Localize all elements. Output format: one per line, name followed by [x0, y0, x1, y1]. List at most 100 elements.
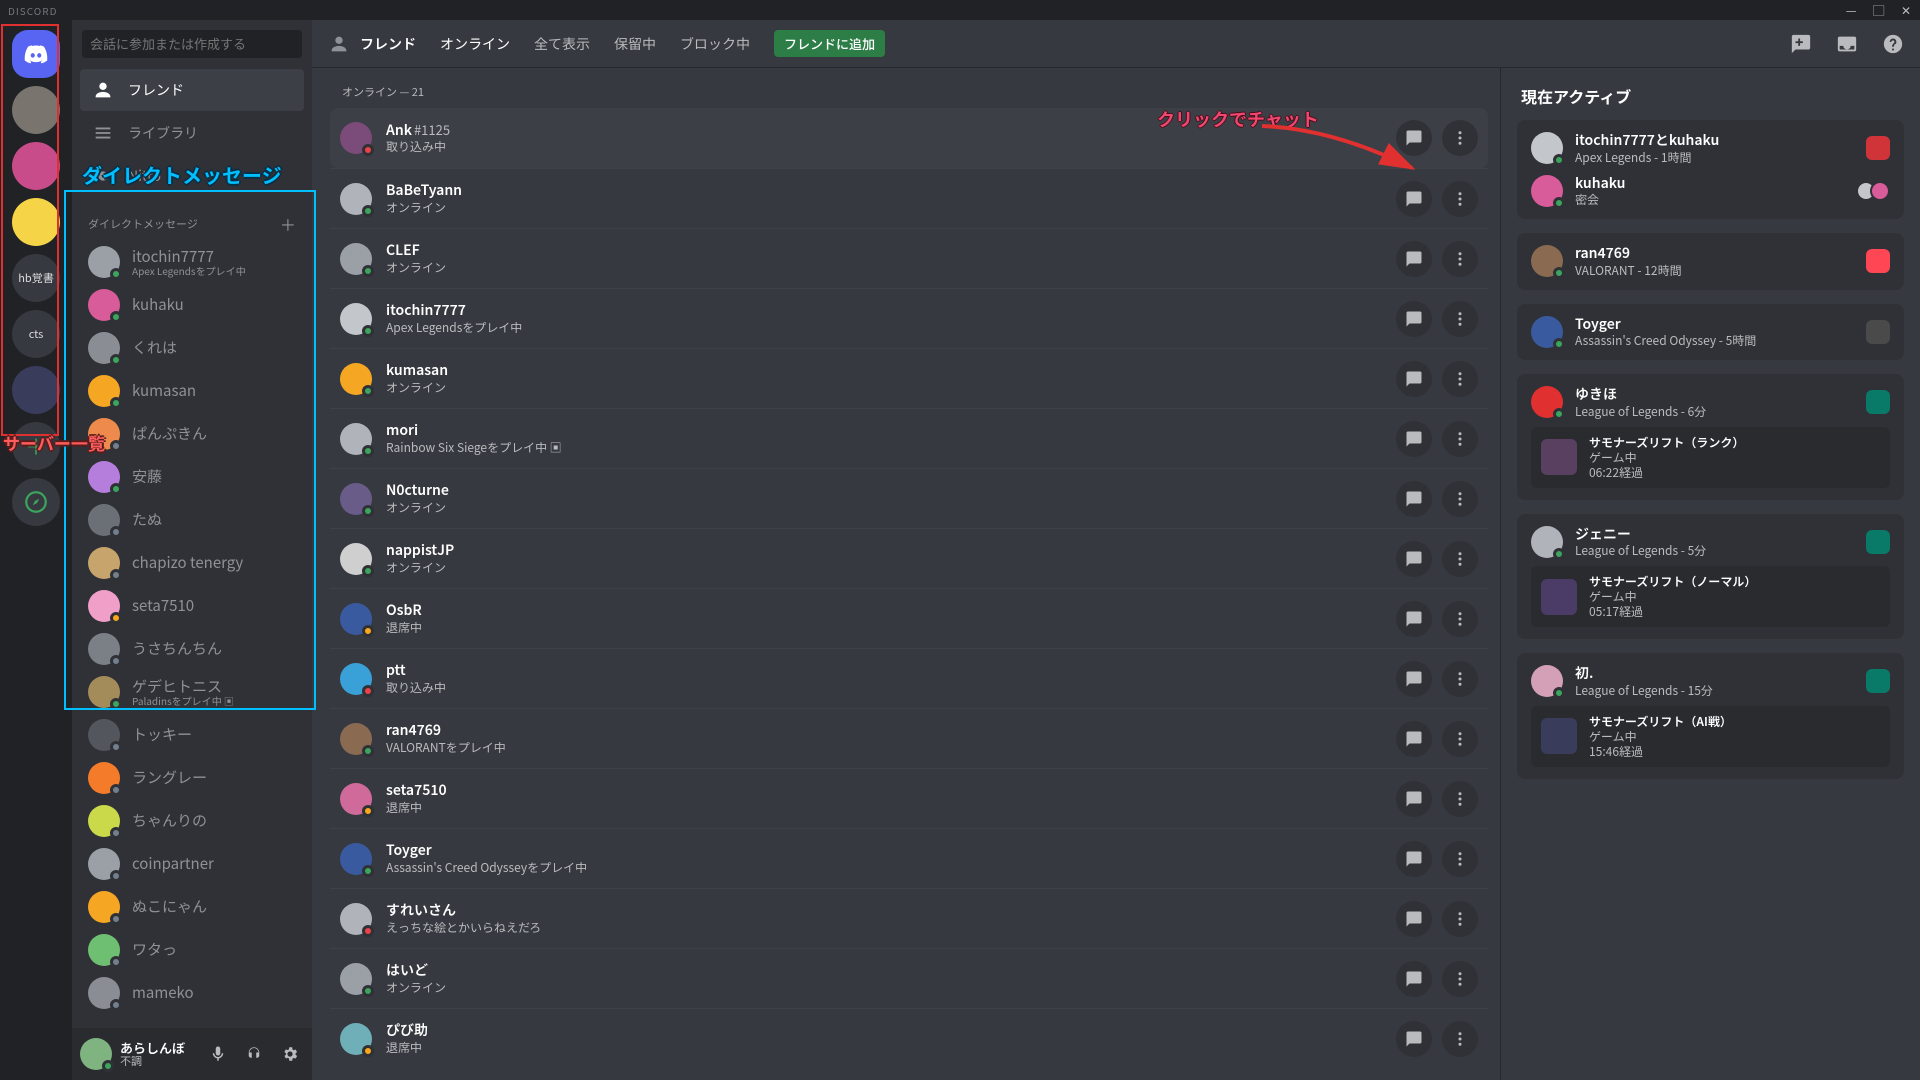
- friend-row[interactable]: ptt 取り込み中: [330, 648, 1488, 708]
- message-button[interactable]: [1396, 781, 1432, 817]
- message-button[interactable]: [1396, 721, 1432, 757]
- active-card[interactable]: ran4769 VALORANT - 12時間: [1517, 233, 1904, 290]
- more-button[interactable]: [1442, 961, 1478, 997]
- dm-item[interactable]: seta7510: [80, 585, 304, 627]
- more-button[interactable]: [1442, 301, 1478, 337]
- mute-mic-button[interactable]: [204, 1040, 232, 1068]
- more-button[interactable]: [1442, 361, 1478, 397]
- friend-row[interactable]: mori Rainbow Six Siegeをプレイ中 ▣: [330, 408, 1488, 468]
- tab-blocked[interactable]: ブロック中: [680, 34, 750, 54]
- more-button[interactable]: [1442, 181, 1478, 217]
- message-button[interactable]: [1396, 120, 1432, 156]
- message-button[interactable]: [1396, 901, 1432, 937]
- create-dm-button[interactable]: ＋: [280, 212, 296, 236]
- dm-item[interactable]: kumasan: [80, 370, 304, 412]
- friend-row[interactable]: ran4769 VALORANTをプレイ中: [330, 708, 1488, 768]
- friend-row[interactable]: Toyger Assassin's Creed Odysseyをプレイ中: [330, 828, 1488, 888]
- dm-item[interactable]: ぱんぷきん: [80, 413, 304, 455]
- friend-row[interactable]: Ank#1125 取り込み中: [330, 108, 1488, 168]
- friend-row[interactable]: kumasan オンライン: [330, 348, 1488, 408]
- dm-item[interactable]: くれは: [80, 327, 304, 369]
- server-button[interactable]: hb覚書: [12, 254, 60, 302]
- more-button[interactable]: [1442, 1021, 1478, 1057]
- friend-row[interactable]: すれいさん えっちな絵とかいらねえだろ: [330, 888, 1488, 948]
- active-card[interactable]: itochin7777とkuhaku Apex Legends - 1時間 ku…: [1517, 120, 1904, 219]
- explore-servers-button[interactable]: [12, 478, 60, 526]
- tab-all[interactable]: 全て表示: [534, 34, 590, 54]
- nav-friends[interactable]: フレンド: [80, 69, 304, 111]
- message-button[interactable]: [1396, 181, 1432, 217]
- server-button[interactable]: [12, 366, 60, 414]
- search-input[interactable]: [82, 30, 302, 58]
- dm-item[interactable]: うさちんちん: [80, 628, 304, 670]
- friend-row[interactable]: CLEF オンライン: [330, 228, 1488, 288]
- more-button[interactable]: [1442, 841, 1478, 877]
- more-button[interactable]: [1442, 781, 1478, 817]
- new-group-dm-button[interactable]: [1790, 33, 1812, 55]
- tab-pending[interactable]: 保留中: [614, 34, 656, 54]
- dm-item[interactable]: ぬこにゃん: [80, 886, 304, 928]
- dm-item[interactable]: たぬ: [80, 499, 304, 541]
- help-button[interactable]: [1882, 33, 1904, 55]
- message-button[interactable]: [1396, 601, 1432, 637]
- dm-item[interactable]: itochin7777Apex Legendsをプレイ中: [80, 241, 304, 283]
- friend-row[interactable]: はいど オンライン: [330, 948, 1488, 1008]
- more-button[interactable]: [1442, 421, 1478, 457]
- active-card[interactable]: 初. League of Legends - 15分 サモナーズリフト（AI戦）…: [1517, 653, 1904, 779]
- server-button[interactable]: [12, 86, 60, 134]
- friend-row[interactable]: BaBeTyann オンライン: [330, 168, 1488, 228]
- dm-item[interactable]: ワタっ: [80, 929, 304, 971]
- message-button[interactable]: [1396, 241, 1432, 277]
- inbox-button[interactable]: [1836, 33, 1858, 55]
- active-card[interactable]: Toyger Assassin's Creed Odyssey - 5時間: [1517, 304, 1904, 361]
- message-button[interactable]: [1396, 361, 1432, 397]
- dm-item[interactable]: トッキー: [80, 714, 304, 756]
- tab-online[interactable]: オンライン: [440, 34, 510, 54]
- friend-row[interactable]: seta7510 退席中: [330, 768, 1488, 828]
- deafen-button[interactable]: [240, 1040, 268, 1068]
- user-settings-button[interactable]: [276, 1040, 304, 1068]
- more-button[interactable]: [1442, 241, 1478, 277]
- window-minimize[interactable]: —: [1846, 2, 1858, 19]
- message-button[interactable]: [1396, 1021, 1432, 1057]
- more-button[interactable]: [1442, 901, 1478, 937]
- message-button[interactable]: [1396, 961, 1432, 997]
- home-button[interactable]: [12, 30, 60, 78]
- more-button[interactable]: [1442, 721, 1478, 757]
- dm-item[interactable]: mameko: [80, 972, 304, 1014]
- more-button[interactable]: [1442, 541, 1478, 577]
- active-card[interactable]: ジェニー League of Legends - 5分 サモナーズリフト（ノーマ…: [1517, 514, 1904, 640]
- server-button[interactable]: [12, 142, 60, 190]
- server-button[interactable]: cts: [12, 310, 60, 358]
- friend-row[interactable]: nappistJP オンライン: [330, 528, 1488, 588]
- more-button[interactable]: [1442, 481, 1478, 517]
- dm-item[interactable]: chapizo tenergy: [80, 542, 304, 584]
- add-server-button[interactable]: ＋: [12, 422, 60, 470]
- message-button[interactable]: [1396, 421, 1432, 457]
- dm-item[interactable]: coinpartner: [80, 843, 304, 885]
- dm-item[interactable]: ちゃんりの: [80, 800, 304, 842]
- message-button[interactable]: [1396, 541, 1432, 577]
- more-button[interactable]: [1442, 601, 1478, 637]
- dm-item[interactable]: ゲデヒトニスPaladinsをプレイ中 ▣: [80, 671, 304, 713]
- more-button[interactable]: [1442, 661, 1478, 697]
- dm-item[interactable]: kuhaku: [80, 284, 304, 326]
- nav-library[interactable]: ライブラリ: [80, 112, 304, 154]
- friend-row[interactable]: itochin7777 Apex Legendsをプレイ中: [330, 288, 1488, 348]
- message-button[interactable]: [1396, 661, 1432, 697]
- message-button[interactable]: [1396, 481, 1432, 517]
- friend-row[interactable]: OsbR 退席中: [330, 588, 1488, 648]
- active-card[interactable]: ゆきほ League of Legends - 6分 サモナーズリフト（ランク）…: [1517, 374, 1904, 500]
- dm-item[interactable]: 安藤: [80, 456, 304, 498]
- friend-row[interactable]: N0cturne オンライン: [330, 468, 1488, 528]
- server-button[interactable]: [12, 198, 60, 246]
- window-close[interactable]: ✕: [1901, 2, 1912, 19]
- window-maximize[interactable]: ▢: [1873, 2, 1886, 19]
- nav-nitro[interactable]: Nitro: [80, 155, 304, 197]
- more-button[interactable]: [1442, 120, 1478, 156]
- message-button[interactable]: [1396, 301, 1432, 337]
- dm-item[interactable]: ラングレー: [80, 757, 304, 799]
- friend-row[interactable]: ぴび助 退席中: [330, 1008, 1488, 1068]
- message-button[interactable]: [1396, 841, 1432, 877]
- add-friend-button[interactable]: フレンドに追加: [774, 30, 885, 57]
